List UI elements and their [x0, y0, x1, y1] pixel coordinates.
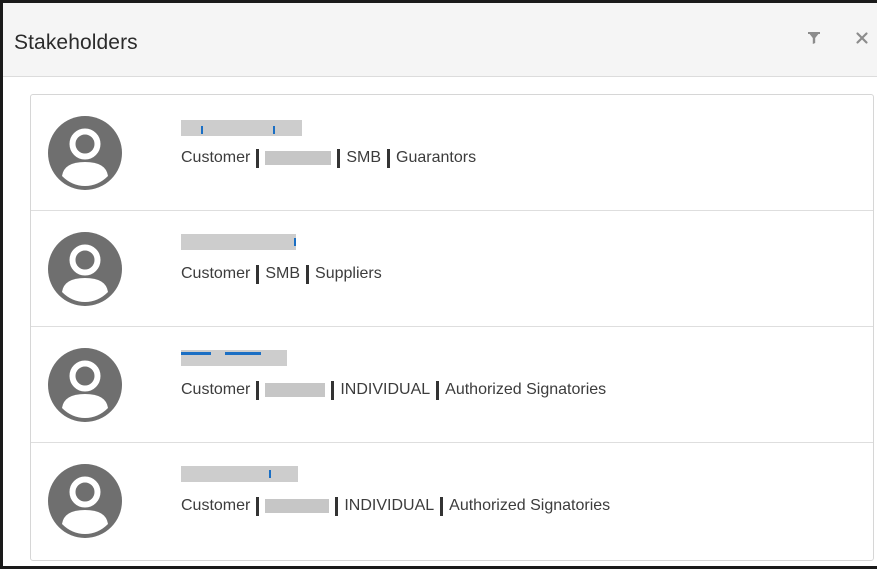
redacted-id: [265, 499, 330, 513]
separator: [335, 496, 339, 516]
stakeholder-segment: SMB: [346, 149, 382, 166]
stakeholder-meta: Customer INDIVIDUAL Authorized Signatori…: [181, 494, 610, 518]
user-avatar-icon: [48, 232, 122, 306]
stakeholder-meta: Customer SMB Guarantors: [181, 146, 476, 170]
stakeholder-segment: INDIVIDUAL: [340, 381, 431, 398]
dialog-title: Stakeholders: [14, 31, 138, 54]
separator: [436, 380, 440, 400]
name-text-fragment: [269, 470, 271, 478]
separator: [256, 380, 260, 400]
filter-icon: [808, 32, 820, 44]
stakeholders-dialog: Stakeholders Customer SMB Guarantors Cus…: [0, 0, 877, 569]
name-text-fragment: [181, 352, 211, 355]
stakeholder-meta: Customer INDIVIDUAL Authorized Signatori…: [181, 378, 606, 402]
separator: [256, 264, 260, 284]
stakeholder-segment: SMB: [265, 265, 301, 282]
filter-button[interactable]: [803, 25, 825, 51]
separator: [306, 264, 310, 284]
redacted-id: [265, 383, 326, 397]
stakeholder-type: Customer: [181, 381, 251, 398]
stakeholder-meta: Customer SMB Suppliers: [181, 262, 382, 286]
list-item[interactable]: Customer INDIVIDUAL Authorized Signatori…: [31, 443, 873, 559]
separator: [337, 148, 341, 168]
separator: [440, 496, 444, 516]
stakeholder-name-redacted[interactable]: [181, 466, 298, 482]
name-text-fragment: [294, 238, 296, 246]
dialog-header: Stakeholders: [3, 3, 877, 77]
stakeholder-name-redacted[interactable]: [181, 234, 296, 250]
user-avatar-icon: [48, 348, 122, 422]
name-text-fragment: [225, 352, 261, 355]
separator: [387, 148, 391, 168]
stakeholder-type: Customer: [181, 497, 251, 514]
user-avatar-icon: [48, 464, 122, 538]
close-button[interactable]: [851, 25, 873, 51]
redacted-id: [265, 151, 332, 165]
stakeholder-role: Authorized Signatories: [449, 497, 611, 514]
stakeholder-name-redacted[interactable]: [181, 120, 302, 136]
stakeholder-role: Suppliers: [315, 265, 382, 282]
stakeholder-role: Authorized Signatories: [445, 381, 607, 398]
stakeholder-role: Guarantors: [396, 149, 477, 166]
name-text-fragment: [201, 126, 203, 134]
stakeholder-list: Customer SMB Guarantors Customer SMB Sup…: [30, 94, 874, 561]
close-icon: [856, 32, 868, 44]
separator: [256, 148, 260, 168]
stakeholder-type: Customer: [181, 149, 251, 166]
name-text-fragment: [273, 126, 275, 134]
stakeholder-type: Customer: [181, 265, 251, 282]
separator: [256, 496, 260, 516]
stakeholder-segment: INDIVIDUAL: [344, 497, 435, 514]
stakeholder-name-redacted[interactable]: [181, 350, 287, 366]
user-avatar-icon: [48, 116, 122, 190]
list-item[interactable]: Customer INDIVIDUAL Authorized Signatori…: [31, 327, 873, 443]
separator: [331, 380, 335, 400]
list-item[interactable]: Customer SMB Guarantors: [31, 95, 873, 211]
list-item[interactable]: Customer SMB Suppliers: [31, 211, 873, 327]
